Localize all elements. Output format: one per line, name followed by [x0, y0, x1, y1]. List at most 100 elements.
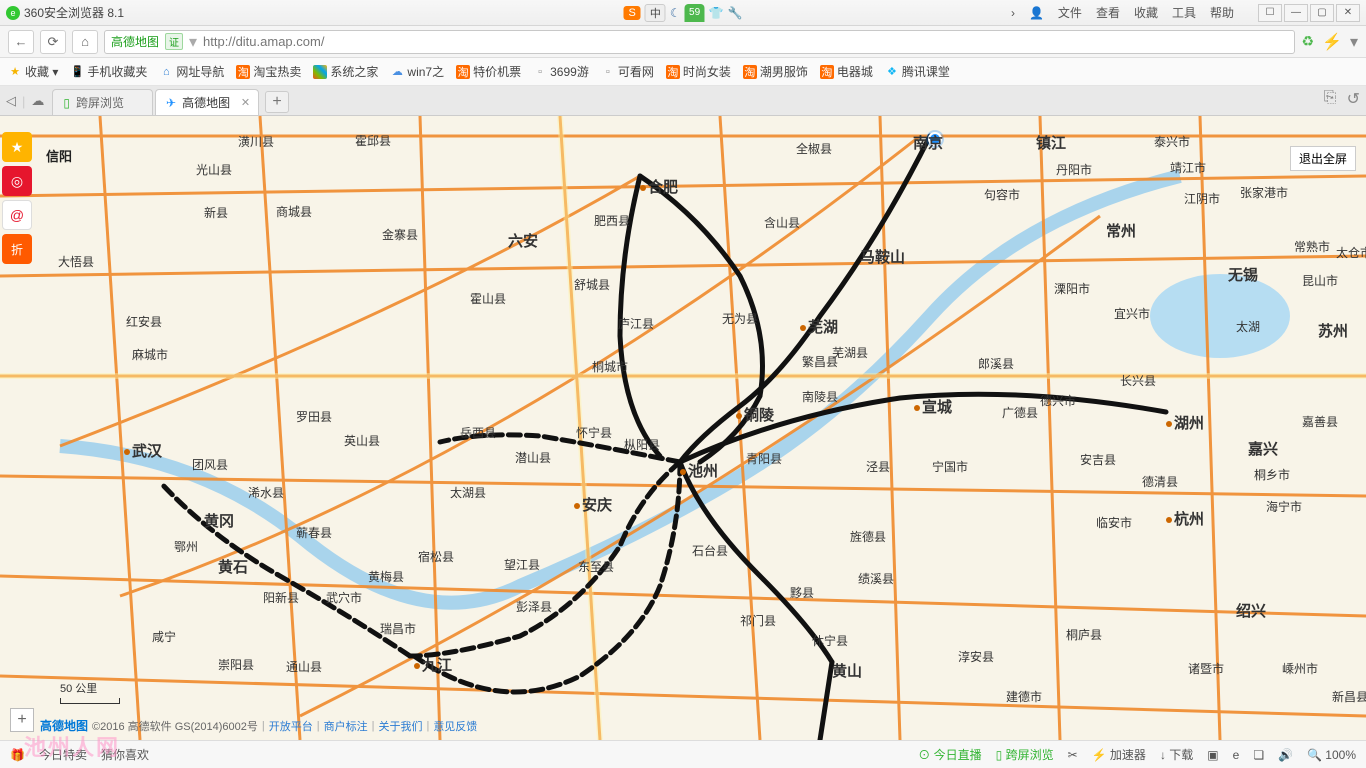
status-item[interactable]: ⊙ 今日直播 — [918, 746, 981, 763]
bookmark-item[interactable]: 淘时尚女装 — [666, 63, 731, 80]
url-bar: ← ⟳ ⌂ 高德地图 证 ▾ ♻ ⚡ ▾ — [0, 26, 1366, 58]
status-item[interactable]: 🔊 — [1278, 748, 1293, 762]
bookmark-item[interactable]: ▫可看网 — [601, 63, 654, 80]
scale-bar: 50 公里 — [60, 680, 120, 704]
tab-amap[interactable]: ✈ 高德地图 ✕ — [155, 89, 259, 115]
tab-cloud-icon[interactable]: ☁ — [31, 93, 44, 109]
scale-label: 50 公里 — [60, 683, 97, 695]
bookmark-item[interactable]: 淘特价机票 — [456, 63, 521, 80]
tab-restore-icon[interactable]: ⎘ — [1324, 89, 1337, 109]
tab-label: 跨屏浏览 — [76, 94, 124, 111]
city-label-xinyang: 信阳 — [46, 146, 72, 165]
wrench-icon[interactable]: 🔧 — [728, 6, 743, 20]
status-left-1[interactable]: 猜你喜欢 — [101, 746, 149, 763]
crossscreen-icon: ▯ — [63, 96, 70, 110]
tab-bar: ◁ | ☁ ▯ 跨屏浏览 ✈ 高德地图 ✕ + ⎘ ↺ — [0, 86, 1366, 116]
side-fav-button[interactable]: ★ — [2, 132, 32, 162]
bookmark-item[interactable]: 📱手机收藏夹 — [70, 63, 147, 80]
url-menu-icon[interactable]: ▾ — [1350, 32, 1358, 52]
bookmark-icon: 📱 — [70, 65, 84, 79]
window-min-button[interactable]: — — [1284, 4, 1308, 22]
bookmark-item[interactable]: 淘淘宝热卖 — [236, 63, 301, 80]
score-pill[interactable]: 59 — [685, 4, 705, 22]
bookmark-icon: 淘 — [236, 65, 250, 79]
map-canvas[interactable] — [0, 116, 1366, 740]
dropdown-icon[interactable]: ▾ — [189, 32, 197, 52]
url-input[interactable] — [203, 34, 1288, 49]
moon-icon[interactable]: ☾ — [670, 6, 681, 20]
bookmarks-bar: ★收藏 ▾📱手机收藏夹⌂网址导航淘淘宝热卖 系统之家☁win7之淘特价机票▫36… — [0, 58, 1366, 86]
bookmark-icon — [313, 65, 327, 79]
bookmark-icon: ⌂ — [159, 65, 173, 79]
status-left-0[interactable]: 今日特卖 — [39, 746, 87, 763]
tab-crossscreen[interactable]: ▯ 跨屏浏览 — [52, 89, 153, 115]
status-item[interactable]: e — [1233, 748, 1240, 762]
titlebar-more-icon[interactable]: › — [1011, 6, 1015, 20]
bookmark-icon: 淘 — [456, 65, 470, 79]
bookmark-item[interactable]: 淘电器城 — [820, 63, 873, 80]
bookmark-label: 手机收藏夹 — [87, 63, 147, 80]
copyright-text: ©2016 高德软件 GS(2014)6002号 — [92, 718, 258, 734]
bookmark-item[interactable]: ⌂网址导航 — [159, 63, 224, 80]
bookmark-item[interactable]: 系统之家 — [313, 63, 378, 80]
side-toolbar: ★ ◎ @ 折 — [2, 132, 32, 264]
window-tab-button[interactable]: ☐ — [1258, 4, 1282, 22]
tool-icon[interactable]: 👕 — [709, 6, 724, 20]
bookmark-label: 系统之家 — [330, 63, 378, 80]
user-icon[interactable]: 👤 — [1029, 6, 1044, 20]
title-center-widgets: S 中 ☾ 59 👕 🔧 — [623, 4, 742, 22]
link-merchant[interactable]: 商户标注 — [324, 718, 368, 734]
lightning-icon[interactable]: ⚡ — [1322, 32, 1342, 52]
home-button[interactable]: ⌂ — [72, 30, 98, 54]
bookmark-item[interactable]: 淘潮男服饰 — [743, 63, 808, 80]
side-at-button[interactable]: @ — [2, 200, 32, 230]
link-open-platform[interactable]: 开放平台 — [269, 718, 313, 734]
title-bar: e 360安全浏览器 8.1 S 中 ☾ 59 👕 🔧 › 👤 文件 查看 收藏… — [0, 0, 1366, 26]
status-bar: 🎁 今日特卖 猜你喜欢 ⊙ 今日直播 ▯ 跨屏浏览 ✂ ⚡ 加速器 ↓ 下载 ▣ e ❏ 🔊 🔍 … — [0, 740, 1366, 768]
zoom-in-button[interactable]: + — [10, 708, 34, 732]
bookmark-icon: ▫ — [533, 65, 547, 79]
url-input-wrap[interactable]: 高德地图 证 ▾ — [104, 30, 1295, 54]
bookmark-label: 3699游 — [550, 63, 589, 80]
bookmark-item[interactable]: ❖腾讯课堂 — [885, 63, 950, 80]
menu-file[interactable]: 文件 — [1058, 4, 1082, 21]
menu-help[interactable]: 帮助 — [1210, 4, 1234, 21]
tab-close-icon[interactable]: ✕ — [241, 96, 250, 109]
status-item[interactable]: ↓ 下载 — [1160, 746, 1193, 763]
status-item[interactable]: ✂ — [1068, 748, 1078, 762]
status-item[interactable]: ▯ 跨屏浏览 — [996, 746, 1054, 763]
status-item[interactable]: ▣ — [1207, 748, 1218, 762]
link-about[interactable]: 关于我们 — [378, 718, 422, 734]
new-tab-button[interactable]: + — [265, 91, 289, 113]
bookmark-label: 电器城 — [837, 63, 873, 80]
menu-view[interactable]: 查看 — [1096, 4, 1120, 21]
reload-button[interactable]: ⟳ — [40, 30, 66, 54]
bookmark-icon: 淘 — [666, 65, 680, 79]
status-item[interactable]: ⚡ 加速器 — [1092, 746, 1146, 763]
bookmark-label: 腾讯课堂 — [902, 63, 950, 80]
status-item[interactable]: 🔍 100% — [1307, 748, 1356, 762]
side-zhe-button[interactable]: 折 — [2, 234, 32, 264]
bookmark-item[interactable]: ▫3699游 — [533, 63, 589, 80]
tab-history-back-icon[interactable]: ◁ — [6, 93, 16, 109]
gift-icon[interactable]: 🎁 — [10, 748, 25, 762]
tab-undo-icon[interactable]: ↺ — [1347, 89, 1360, 109]
sogou-icon[interactable]: S — [623, 6, 640, 20]
bookmark-item[interactable]: ★收藏 ▾ — [8, 63, 58, 80]
exit-fullscreen-button[interactable]: 退出全屏 — [1290, 146, 1356, 171]
link-feedback[interactable]: 意见反馈 — [433, 718, 477, 734]
window-max-button[interactable]: ▢ — [1310, 4, 1334, 22]
menu-fav[interactable]: 收藏 — [1134, 4, 1158, 21]
eco-icon[interactable]: ♻ — [1301, 33, 1314, 50]
bookmark-item[interactable]: ☁win7之 — [390, 63, 444, 80]
side-weibo-button[interactable]: ◎ — [2, 166, 32, 196]
bookmark-icon: ▫ — [601, 65, 615, 79]
amap-icon: ✈ — [166, 96, 176, 110]
bookmark-icon: 淘 — [743, 65, 757, 79]
window-close-button[interactable]: ✕ — [1336, 4, 1360, 22]
ime-indicator[interactable]: 中 — [645, 4, 666, 22]
bookmark-label: 收藏 ▾ — [25, 63, 58, 80]
status-item[interactable]: ❏ — [1253, 748, 1264, 762]
back-button[interactable]: ← — [8, 30, 34, 54]
menu-tool[interactable]: 工具 — [1172, 4, 1196, 21]
